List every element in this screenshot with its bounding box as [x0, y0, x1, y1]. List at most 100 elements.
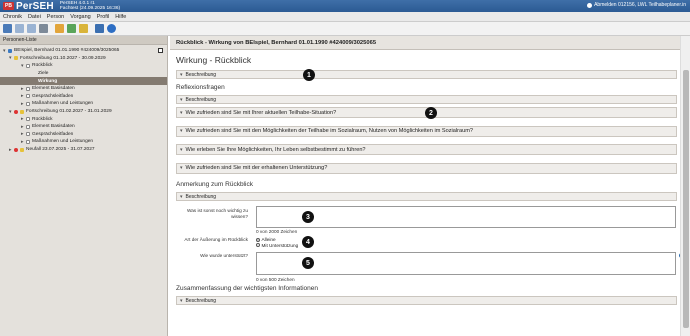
chevron-down-icon: ▾	[180, 146, 183, 153]
tree-item-gespraechsleitfaden[interactable]: ▸ Gesprächsleitfaden	[0, 131, 167, 139]
collapse-icon[interactable]: ▾	[3, 48, 7, 54]
tree-item-fortschreibung-2027-02[interactable]: ▾ Fortschreibung 01.02.2027 - 31.01.2029	[0, 108, 167, 116]
tree-label: BEIspiel, Bernhard 01.01.1990 #424009/30…	[14, 48, 120, 54]
callout-marker: 3	[302, 211, 314, 223]
logout-link[interactable]: Abmelden 012156, LWL Teilhabeplaner.in	[587, 2, 686, 8]
expand-icon[interactable]: ▸	[21, 101, 25, 107]
toolbar	[0, 22, 690, 36]
tree-item-basisdaten[interactable]: ▸ Element Basisdaten	[0, 85, 167, 93]
callout-marker: 2	[425, 107, 437, 119]
bar-label: Beschreibung	[185, 71, 217, 78]
menu-hilfe[interactable]: Hilfe	[115, 14, 126, 20]
callout-marker: 4	[302, 236, 314, 248]
tree-label: Ziele	[38, 71, 49, 77]
field-row-wichtig: Was ist sonst noch wichtig zu wissen? 0 …	[176, 204, 677, 235]
beschreibung-toggle[interactable]: ▾ Beschreibung 1	[176, 69, 677, 81]
person-tree: ▾ BEIspiel, Bernhard 01.01.1990 #424009/…	[0, 45, 167, 153]
collapse-icon[interactable]: ▾	[9, 109, 13, 115]
print-icon[interactable]	[39, 24, 48, 33]
tree-item-ziele[interactable]: Ziele	[0, 70, 167, 78]
version-info: PerSEH 4.0.1 r1 Fachtest (24.09.2025 16:…	[60, 1, 120, 11]
chevron-down-icon: ▾	[180, 109, 183, 116]
question-toggle[interactable]: ▾ Wie erleben Sie Ihre Möglichkeiten, Ih…	[176, 144, 677, 155]
user-icon	[587, 2, 593, 8]
tree-item-rueckblick[interactable]: ▸ Rückblick	[0, 115, 167, 123]
document-icon	[26, 139, 30, 144]
tree-item-massnahmen[interactable]: ▸ Maßnahmen und Leistungen	[0, 138, 167, 146]
chevron-down-icon: ▾	[180, 71, 183, 78]
menu-datei[interactable]: Datei	[28, 14, 41, 20]
collapse-all-icon[interactable]	[158, 48, 163, 54]
folder-icon	[14, 56, 18, 61]
radio-label: Alleine	[261, 237, 276, 243]
lock-icon[interactable]	[79, 24, 88, 33]
tree-item-fortschreibung-2027-10[interactable]: ▾ Fortschreibung 01.10.2027 - 30.09.2029	[0, 55, 167, 63]
document-icon	[26, 94, 30, 99]
field-label: Was ist sonst noch wichtig zu wissen?	[186, 208, 248, 219]
field-row-unterstuetzt: Wie wurde unterstützt? 0 von 500 Zeichen…	[176, 252, 680, 283]
menu-person[interactable]: Person	[47, 14, 64, 20]
redo-icon[interactable]	[27, 24, 36, 33]
tree-item-person[interactable]: ▾ BEIspiel, Bernhard 01.01.1990 #424009/…	[0, 47, 167, 55]
tree-item-wirkung[interactable]: Wirkung	[0, 77, 167, 85]
tree-label: Maßnahmen und Leistungen	[32, 139, 94, 145]
question-toggle[interactable]: ▾ Wie zufrieden sind Sie mit der erhalte…	[176, 162, 677, 174]
main-panel: Rückblick - Wirkung von BEIspiel, Bernha…	[170, 36, 680, 336]
question-label: Wie erleben Sie Ihre Möglichkeiten, Ihr …	[185, 146, 366, 153]
document-icon	[26, 63, 30, 68]
field-label: Wie wurde unterstützt?	[200, 253, 248, 258]
menu-chronik[interactable]: Chronik	[3, 14, 22, 20]
expand-icon[interactable]: ▸	[21, 93, 25, 99]
document-icon	[26, 86, 30, 91]
tree-item-gespraechsleitfaden[interactable]: ▸ Gesprächsleitfaden	[0, 93, 167, 101]
vertical-scrollbar[interactable]	[680, 36, 690, 336]
expand-icon[interactable]: ▸	[21, 116, 25, 122]
person-list-panel: Personen-Liste ▾ BEIspiel, Bernhard 01.0…	[0, 36, 168, 336]
menu-profil[interactable]: Profil	[97, 14, 110, 20]
char-counter: 0 von 500 Zeichen	[256, 277, 295, 282]
question-toggle[interactable]: ▾ Wie zufrieden sind Sie mit den Möglich…	[176, 125, 677, 137]
expand-icon[interactable]: ▸	[21, 124, 25, 130]
radio-button[interactable]	[256, 237, 260, 242]
scrollbar-thumb[interactable]	[683, 70, 689, 328]
beschreibung-toggle[interactable]: ▾ Beschreibung	[176, 296, 677, 305]
collapse-icon[interactable]: ▾	[21, 63, 25, 69]
bar-label: Beschreibung	[185, 297, 217, 304]
person-icon	[8, 48, 12, 53]
tree-item-rueckblick[interactable]: ▾ Rückblick	[0, 62, 167, 70]
user-label: Abmelden 012156, LWL Teilhabeplaner.in	[594, 2, 686, 8]
person-icon[interactable]	[55, 24, 64, 33]
tree-label: Maßnahmen und Leistungen	[32, 101, 94, 107]
beschreibung-toggle[interactable]: ▾ Beschreibung	[176, 192, 677, 201]
tree-item-neufall[interactable]: ▸ Neufall 23.07.2025 - 31.07.2027	[0, 146, 167, 154]
unterstuetzt-textarea[interactable]	[256, 252, 676, 275]
help-icon[interactable]	[107, 24, 116, 33]
menu-vorgang[interactable]: Vorgang	[70, 14, 91, 20]
beschreibung-toggle[interactable]: ▾ Beschreibung	[176, 95, 677, 104]
save-icon[interactable]	[3, 24, 12, 33]
menu-bar: Chronik Datei Person Vorgang Profil Hilf…	[0, 12, 690, 22]
radio-unterstuetzung[interactable]: Mit Unterstützung	[256, 243, 298, 249]
radio-group: Alleine Mit Unterstützung	[256, 237, 298, 248]
document-icon	[26, 124, 30, 129]
tree-label: Wirkung	[38, 78, 58, 84]
wichtig-textarea[interactable]	[256, 206, 676, 228]
chevron-down-icon: ▾	[180, 128, 183, 134]
bar-label: Beschreibung	[185, 96, 217, 103]
collapse-icon[interactable]: ▾	[9, 55, 13, 61]
user-icon[interactable]	[95, 24, 104, 33]
question-toggle[interactable]: ▾ Wie zufrieden sind Sie mit Ihrer aktue…	[176, 107, 677, 119]
title-bar: PB PerSEH PerSEH 4.0.1 r1 Fachtest (24.0…	[0, 0, 690, 12]
main-header: Rückblick - Wirkung von BEIspiel, Bernha…	[170, 36, 680, 50]
radio-button[interactable]	[256, 243, 260, 248]
expand-icon[interactable]: ▸	[21, 139, 25, 145]
undo-icon[interactable]	[15, 24, 24, 33]
tree-item-basisdaten[interactable]: ▸ Element Basisdaten	[0, 123, 167, 131]
add-icon[interactable]	[67, 24, 76, 33]
expand-icon[interactable]: ▸	[21, 131, 25, 137]
expand-icon[interactable]: ▸	[9, 147, 13, 153]
expand-icon[interactable]: ▸	[21, 86, 25, 92]
question-label: Wie zufrieden sind Sie mit Ihrer aktuell…	[185, 109, 337, 116]
tree-item-massnahmen[interactable]: ▸ Maßnahmen und Leistungen	[0, 100, 167, 108]
document-icon	[26, 101, 30, 106]
